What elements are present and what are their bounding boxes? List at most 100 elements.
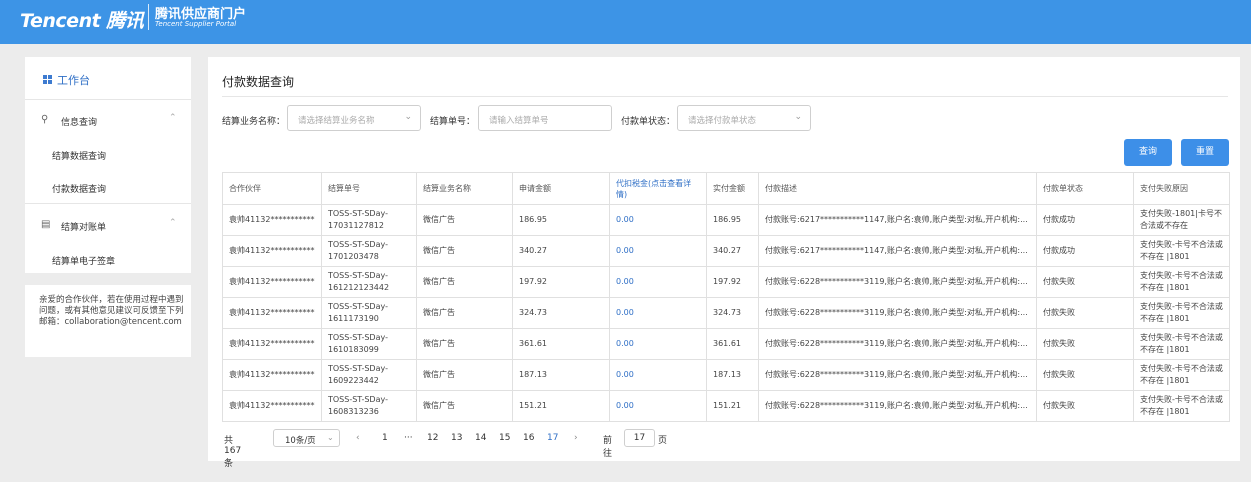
table-header-row: 合作伙伴 结算单号 结算业务名称 申请金额 代扣税金(点击查看详情) 实付金额 …	[222, 172, 1230, 205]
business-name-placeholder: 请选择结算业务名称	[298, 116, 375, 126]
cell-fail-reason: 支付失败-卡号不合法或不存在 |1801	[1133, 297, 1230, 329]
cell-fail-reason: 支付失败-1801|卡号不合法或不存在	[1133, 204, 1230, 236]
sidebar-item-settlement-query[interactable]: 结算数据查询	[52, 149, 106, 162]
cell-status: 付款失败	[1036, 390, 1134, 422]
cell-partner: 袁帅41132***********	[222, 266, 322, 298]
page-17-current[interactable]: 17	[547, 433, 558, 443]
col-header-partner: 合作伙伴	[222, 172, 322, 205]
order-number-placeholder: 请输入结算单号	[489, 116, 549, 126]
page-1[interactable]: 1	[382, 433, 388, 443]
page-size-select[interactable]: 10条/页 ⌄	[273, 429, 340, 447]
col-header-apply-amount: 申请金额	[512, 172, 610, 205]
cell-order: TOSS-ST-SDay-1611173190	[321, 297, 417, 329]
cell-description: 付款账号:6228***********3119,账户名:袁帅,账户类型:对私,…	[758, 297, 1037, 329]
cell-description: 付款账号:6228***********3119,账户名:袁帅,账户类型:对私,…	[758, 328, 1037, 360]
cell-business: 微信广告	[416, 359, 513, 391]
cell-apply-amount: 187.13	[512, 359, 610, 391]
cell-description: 付款账号:6228***********3119,账户名:袁帅,账户类型:对私,…	[758, 359, 1037, 391]
table-row: 袁帅41132*********** TOSS-ST-SDay-160922344…	[222, 359, 1230, 391]
cell-apply-amount: 197.92	[512, 266, 610, 298]
cell-tax[interactable]: 0.00	[609, 235, 707, 267]
cell-tax[interactable]: 0.00	[609, 266, 707, 298]
cell-tax[interactable]: 0.00	[609, 390, 707, 422]
sidebar-item-payment-query[interactable]: 付款数据查询	[52, 182, 106, 195]
cell-paid-amount: 340.27	[706, 235, 759, 267]
document-icon: ▤	[41, 219, 51, 230]
sidebar-item-e-signature[interactable]: 结算单电子签章	[52, 254, 115, 267]
cell-partner: 袁帅41132***********	[222, 359, 322, 391]
table-row: 袁帅41132*********** TOSS-ST-SDay-170120347…	[222, 235, 1230, 267]
page-16[interactable]: 16	[523, 433, 534, 443]
cell-tax[interactable]: 0.00	[609, 359, 707, 391]
cell-description: 付款账号:6228***********3119,账户名:袁帅,账户类型:对私,…	[758, 390, 1037, 422]
cell-order: TOSS-ST-SDay-1609223442	[321, 359, 417, 391]
cell-description: 付款账号:6217***********1147,账户名:袁帅,账户类型:对私,…	[758, 204, 1037, 236]
title-divider	[222, 96, 1228, 97]
cell-paid-amount: 186.95	[706, 204, 759, 236]
cell-tax[interactable]: 0.00	[609, 204, 707, 236]
top-header: Tencent 腾讯 腾讯供应商门户 Tencent Supplier Port…	[0, 0, 1251, 44]
sidebar: 工作台 ⚲ 信息查询 ⌃ 结算数据查询 付款数据查询 ▤ 结算对账单 ⌃ 结算单…	[25, 57, 191, 273]
cell-paid-amount: 361.61	[706, 328, 759, 360]
page-ellipsis[interactable]: ···	[404, 433, 413, 443]
cell-business: 微信广告	[416, 390, 513, 422]
col-header-fail-reason: 支付失败原因	[1133, 172, 1230, 205]
cell-partner: 袁帅41132***********	[222, 390, 322, 422]
cell-order: TOSS-ST-SDay-17031127812	[321, 204, 417, 236]
query-button[interactable]: 查询	[1124, 139, 1172, 166]
cell-status: 付款失败	[1036, 328, 1134, 360]
table-row: 袁帅41132*********** TOSS-ST-SDay-160831323…	[222, 390, 1230, 422]
sidebar-group-info-query[interactable]: ⚲ 信息查询 ⌃	[25, 104, 191, 134]
cell-fail-reason: 支付失败-卡号不合法或不存在 |1801	[1133, 266, 1230, 298]
cell-partner: 袁帅41132***********	[222, 204, 322, 236]
cell-business: 微信广告	[416, 235, 513, 267]
cell-order: TOSS-ST-SDay-161212123442	[321, 266, 417, 298]
business-name-select[interactable]: 请选择结算业务名称 ⌄	[287, 105, 421, 131]
order-number-input[interactable]: 请输入结算单号	[478, 105, 612, 131]
cell-status: 付款失败	[1036, 297, 1134, 329]
payment-status-placeholder: 请选择付款单状态	[688, 116, 757, 126]
page-12[interactable]: 12	[427, 433, 438, 443]
sidebar-group-statement[interactable]: ▤ 结算对账单 ⌃	[25, 209, 191, 239]
cell-apply-amount: 324.73	[512, 297, 610, 329]
chevron-down-icon: ⌄	[327, 433, 334, 442]
cell-paid-amount: 324.73	[706, 297, 759, 329]
sidebar-workbench-label: 工作台	[57, 74, 90, 87]
cell-order: TOSS-ST-SDay-1701203478	[321, 235, 417, 267]
cell-apply-amount: 151.21	[512, 390, 610, 422]
col-header-paid-amount: 实付金额	[706, 172, 759, 205]
feedback-note-text: 亲爱的合作伙伴，若在使用过程中遇到问题，或有其他意见建议可反馈至下列邮箱：col…	[39, 295, 184, 327]
reset-button[interactable]: 重置	[1181, 139, 1229, 166]
col-header-tax[interactable]: 代扣税金(点击查看详情)	[609, 172, 707, 205]
cell-status: 付款成功	[1036, 204, 1134, 236]
tencent-logo[interactable]: Tencent 腾讯	[20, 6, 144, 33]
goto-page-input[interactable]: 17	[624, 429, 655, 447]
goto-suffix: 页	[658, 436, 668, 446]
cell-partner: 袁帅41132***********	[222, 328, 322, 360]
cell-partner: 袁帅41132***********	[222, 297, 322, 329]
table-row: 袁帅41132*********** TOSS-ST-SDay-161212123…	[222, 266, 1230, 298]
sidebar-group-label: 结算对账单	[61, 223, 107, 233]
total-count: 共 167 条	[224, 436, 242, 469]
sidebar-divider	[25, 203, 191, 204]
page-title: 付款数据查询	[222, 75, 295, 89]
cell-order: TOSS-ST-SDay-1608313236	[321, 390, 417, 422]
page-13[interactable]: 13	[451, 433, 462, 443]
cell-fail-reason: 支付失败-卡号不合法或不存在 |1801	[1133, 235, 1230, 267]
cell-tax[interactable]: 0.00	[609, 297, 707, 329]
page-14[interactable]: 14	[475, 433, 486, 443]
chevron-down-icon: ⌄	[404, 112, 412, 122]
next-page-icon[interactable]: ›	[574, 433, 578, 443]
payment-status-label: 付款单状态：	[621, 117, 676, 127]
prev-page-icon[interactable]: ‹	[356, 433, 360, 443]
cell-tax[interactable]: 0.00	[609, 328, 707, 360]
cell-business: 微信广告	[416, 266, 513, 298]
cell-business: 微信广告	[416, 204, 513, 236]
cell-description: 付款账号:6217***********1147,账户名:袁帅,账户类型:对私,…	[758, 235, 1037, 267]
cell-apply-amount: 186.95	[512, 204, 610, 236]
page-15[interactable]: 15	[499, 433, 510, 443]
feedback-note: 亲爱的合作伙伴，若在使用过程中遇到问题，或有其他意见建议可反馈至下列邮箱：col…	[25, 285, 191, 357]
cell-paid-amount: 151.21	[706, 390, 759, 422]
payment-status-select[interactable]: 请选择付款单状态 ⌄	[677, 105, 811, 131]
sidebar-workbench[interactable]: 工作台	[25, 57, 191, 100]
